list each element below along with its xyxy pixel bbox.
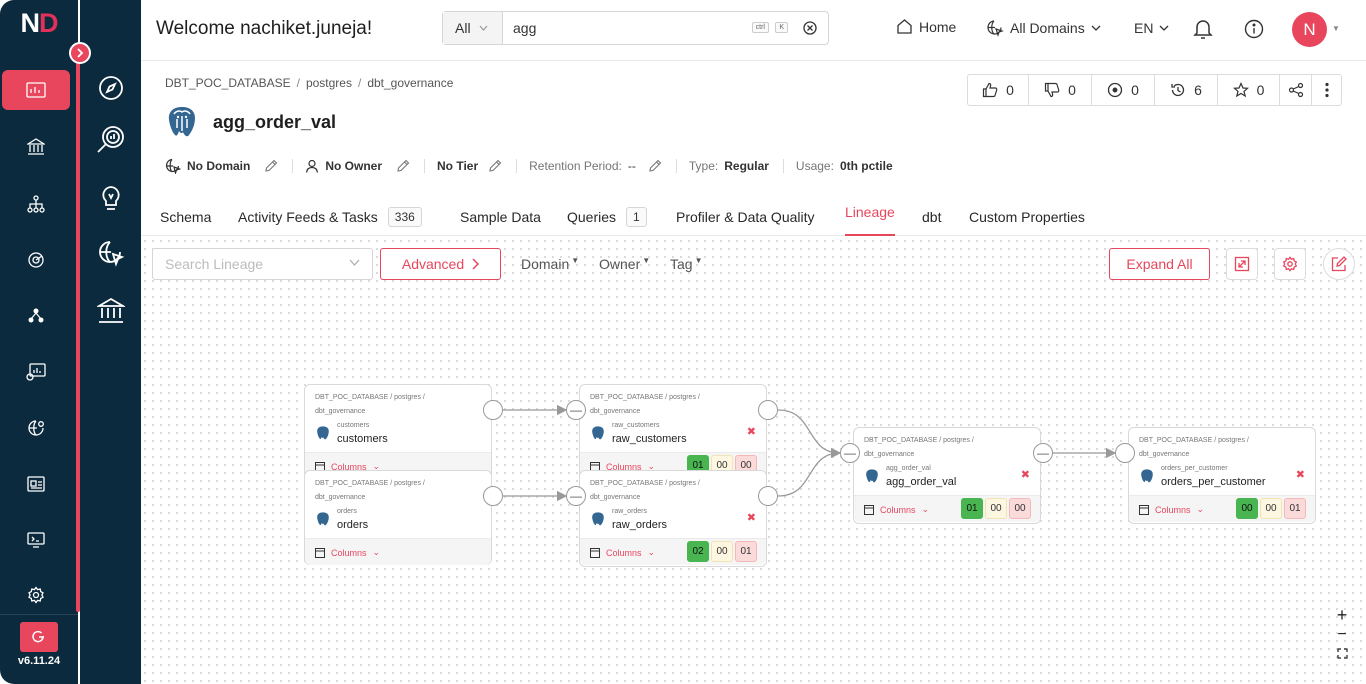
chevron-right-icon	[77, 48, 84, 58]
postgres-icon	[315, 425, 331, 441]
node-subtitle: agg_order_val	[886, 465, 931, 472]
test-summary: 01 00 00	[961, 498, 1031, 519]
node-handle-left[interactable]: —	[566, 400, 586, 420]
node-footer: Columns ⌄ 02 00 01	[580, 538, 766, 565]
test-summary: 00 00 01	[1236, 498, 1306, 519]
node-subtitle: orders	[337, 508, 357, 515]
columns-toggle[interactable]: Columns ⌄	[315, 547, 380, 558]
node-name: agg_order_val	[886, 476, 957, 488]
node-path-line: dbt_governance	[590, 408, 641, 415]
postgres-icon	[590, 511, 606, 527]
columns-toggle[interactable]: Columns ⌄	[1139, 504, 1204, 515]
tests-passed-badge: 02	[687, 541, 709, 562]
columns-label: Columns	[1155, 504, 1191, 515]
node-subtitle: raw_customers	[612, 422, 660, 429]
lineage-node-agg-order-val[interactable]: DBT_POC_DATABASE / postgres / dbt_governa…	[853, 427, 1041, 524]
lineage-node-orders[interactable]: DBT_POC_DATABASE / postgres / dbt_governa…	[304, 470, 492, 565]
dbt-fail-icon: ✖	[746, 512, 756, 524]
columns-label: Columns	[606, 547, 642, 558]
columns-toggle[interactable]: Columns ⌄	[864, 504, 929, 515]
postgres-icon	[590, 425, 606, 441]
tests-aborted-badge: 00	[985, 498, 1007, 519]
node-name: customers	[337, 433, 388, 445]
node-handle-left[interactable]	[1115, 443, 1135, 463]
postgres-icon	[864, 468, 880, 484]
table-icon	[315, 547, 325, 558]
node-path: DBT_POC_DATABASE / postgres / dbt_governa…	[590, 391, 760, 419]
node-footer: Columns ⌄ 01 00 00	[854, 495, 1040, 522]
node-name: raw_customers	[612, 433, 687, 445]
node-subtitle: customers	[337, 422, 370, 429]
node-handle-right[interactable]	[758, 486, 778, 506]
edge-raw-orders-agg	[777, 452, 841, 497]
node-path-line: dbt_governance	[864, 451, 915, 458]
fit-view-button[interactable]	[1332, 648, 1352, 659]
table-icon	[590, 547, 600, 558]
node-path: DBT_POC_DATABASE / postgres / dbt_governa…	[315, 477, 485, 505]
node-path-line: DBT_POC_DATABASE / postgres /	[590, 480, 700, 487]
node-name: raw_orders	[612, 519, 668, 531]
sidebar-toggle-button[interactable]	[69, 42, 91, 64]
columns-label: Columns	[331, 547, 367, 558]
node-path-line: dbt_governance	[315, 494, 366, 501]
dbt-fail-icon: ✖	[1295, 469, 1305, 481]
node-path-line: dbt_governance	[590, 494, 641, 501]
node-handle-left[interactable]: —	[566, 486, 586, 506]
lineage-node-orders-per-customer[interactable]: DBT_POC_DATABASE / postgres / dbt_governa…	[1128, 427, 1316, 524]
fit-view-icon	[1336, 648, 1348, 659]
node-name: orders	[337, 519, 369, 531]
node-handle-left[interactable]: —	[840, 443, 860, 463]
postgres-icon	[315, 511, 331, 527]
node-handle-right[interactable]	[758, 400, 778, 420]
zoom-in-button[interactable]: +	[1332, 605, 1352, 626]
node-path-line: DBT_POC_DATABASE / postgres /	[1139, 437, 1249, 444]
node-handle-right[interactable]	[483, 486, 503, 506]
node-path-line: DBT_POC_DATABASE / postgres /	[315, 394, 425, 401]
node-path-line: DBT_POC_DATABASE / postgres /	[864, 437, 974, 444]
lineage-edges	[503, 404, 1117, 502]
tests-passed-badge: 01	[961, 498, 983, 519]
lineage-node-raw-customers[interactable]: DBT_POC_DATABASE / postgres / dbt_governa…	[579, 384, 767, 479]
node-footer: Columns ⌄ 00 00 01	[1129, 495, 1315, 522]
tests-failed-badge: 01	[735, 541, 757, 562]
postgres-icon	[1139, 468, 1155, 484]
table-icon	[1139, 504, 1149, 515]
node-path-line: dbt_governance	[1139, 451, 1190, 458]
node-path-line: DBT_POC_DATABASE / postgres /	[590, 394, 700, 401]
node-path: DBT_POC_DATABASE / postgres / dbt_governa…	[315, 391, 485, 419]
table-icon	[864, 504, 874, 515]
edge-raw-customers-agg	[777, 409, 842, 459]
node-path: DBT_POC_DATABASE / postgres / dbt_governa…	[1139, 434, 1309, 462]
node-handle-right[interactable]	[483, 400, 503, 420]
node-subtitle: raw_orders	[612, 508, 648, 515]
app-window: ND v6.11.24 Welcome nachiket.juneja! All…	[0, 0, 1366, 684]
node-path-line: dbt_governance	[315, 408, 366, 415]
node-path: DBT_POC_DATABASE / postgres / dbt_governa…	[590, 477, 760, 505]
tests-passed-badge: 00	[1236, 498, 1258, 519]
node-subtitle: orders_per_customer	[1161, 465, 1228, 472]
lineage-node-customers[interactable]: DBT_POC_DATABASE / postgres / dbt_governa…	[304, 384, 492, 479]
node-handle-right[interactable]: —	[1033, 443, 1053, 463]
lineage-node-raw-orders[interactable]: DBT_POC_DATABASE / postgres / dbt_governa…	[579, 470, 767, 567]
node-name: orders_per_customer	[1161, 476, 1266, 488]
columns-label: Columns	[880, 504, 916, 515]
node-path-line: DBT_POC_DATABASE / postgres /	[315, 480, 425, 487]
columns-toggle[interactable]: Columns ⌄	[590, 547, 655, 558]
tests-failed-badge: 01	[1284, 498, 1306, 519]
tests-aborted-badge: 00	[1260, 498, 1282, 519]
test-summary: 02 00 01	[687, 541, 757, 562]
node-path: DBT_POC_DATABASE / postgres / dbt_governa…	[864, 434, 1034, 462]
tests-failed-badge: 00	[1009, 498, 1031, 519]
zoom-out-button[interactable]: −	[1332, 626, 1352, 644]
dbt-fail-icon: ✖	[746, 426, 756, 438]
dbt-fail-icon: ✖	[1020, 469, 1030, 481]
node-footer: Columns ⌄	[305, 538, 491, 565]
tests-aborted-badge: 00	[711, 541, 733, 562]
